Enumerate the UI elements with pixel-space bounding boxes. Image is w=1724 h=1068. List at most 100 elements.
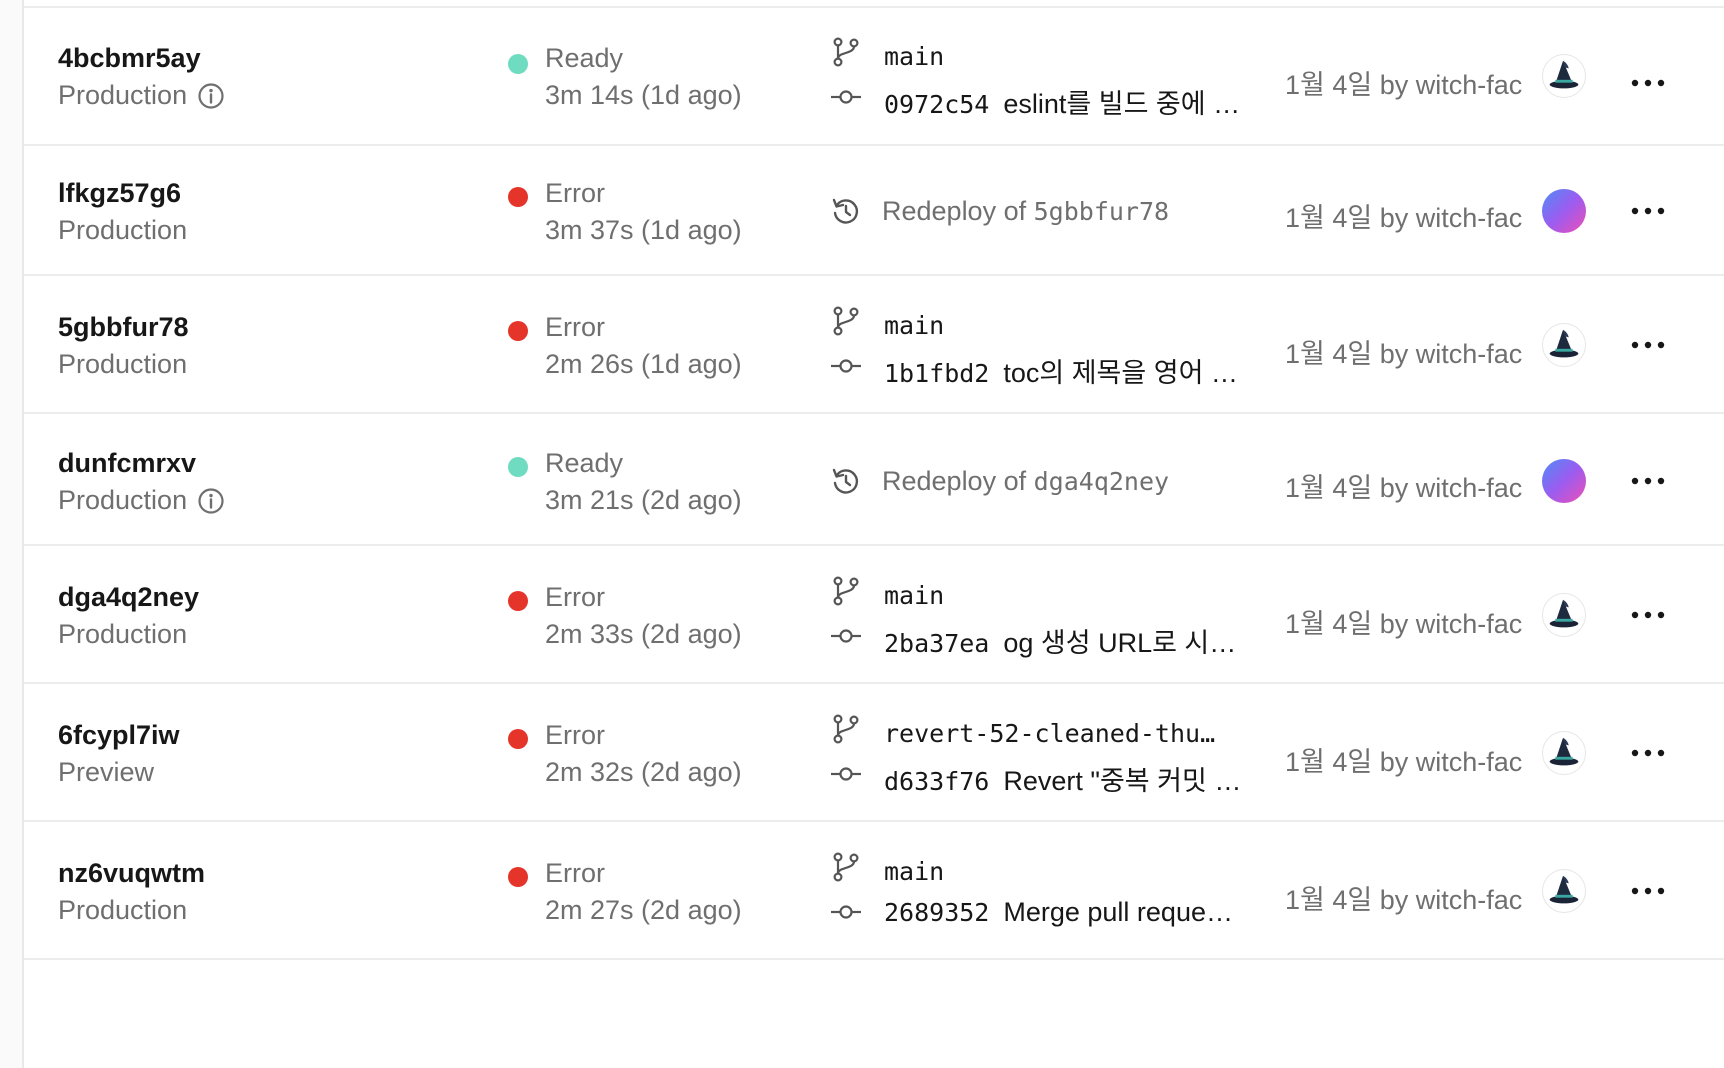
more-options-icon[interactable] — [1630, 610, 1666, 620]
deployment-date-author: 1월 4일 by witch-fac — [1285, 885, 1523, 915]
deployment-row[interactable]: dunfcmrxv Production Ready 3m 21s (2d ag… — [24, 414, 1724, 546]
more-options-icon[interactable] — [1630, 206, 1666, 216]
redeploy-info[interactable]: Redeploy of dga4q2ney — [882, 466, 1169, 497]
deployment-id[interactable]: dga4q2ney — [58, 582, 199, 613]
deployment-status: Error — [545, 178, 605, 208]
git-commit-icon — [831, 905, 861, 919]
commit-sha: 0972c54 — [884, 90, 990, 119]
commit-message: eslint를 빌드 중에 … — [1003, 89, 1241, 119]
git-branch-name[interactable]: revert-52-cleaned-thu… — [884, 719, 1215, 748]
deployments-page: 4bcbmr5ay Production Ready 3m 14s (1d ag… — [0, 0, 1724, 1068]
witch-hat-icon — [1549, 599, 1579, 628]
status-dot — [508, 457, 528, 477]
witch-hat-icon — [1549, 60, 1579, 89]
deployment-id[interactable]: lfkgz57g6 — [58, 178, 181, 209]
deployment-status: Error — [545, 858, 605, 888]
deployment-duration: 2m 33s (2d ago) — [545, 619, 742, 649]
deployment-row[interactable]: 4bcbmr5ay Production Ready 3m 14s (1d ag… — [24, 8, 1724, 146]
deployment-duration: 3m 37s (1d ago) — [545, 215, 742, 245]
deployment-row[interactable]: lfkgz57g6 Production Error 3m 37s (1d ag… — [24, 146, 1724, 276]
redeploy-info[interactable]: Redeploy of 5gbbfur78 — [882, 196, 1169, 227]
commit-info[interactable]: 2689352 Merge pull reque… — [884, 897, 1258, 928]
redeploy-prefix: Redeploy of — [882, 466, 1027, 496]
git-branch-name[interactable]: main — [884, 311, 944, 340]
commit-info[interactable]: 0972c54 eslint를 빌드 중에 … — [884, 82, 1258, 121]
deployment-row[interactable]: dga4q2ney Production Error 2m 33s (2d ag… — [24, 546, 1724, 684]
witch-hat-avatar[interactable] — [1542, 54, 1586, 98]
deployment-environment: Production — [58, 619, 187, 650]
deployment-date-author: 1월 4일 by witch-fac — [1285, 70, 1523, 100]
redeploy-source-id: dga4q2ney — [1033, 467, 1170, 496]
deployment-date-author: 1월 4일 by witch-fac — [1285, 747, 1523, 777]
environment-label: Preview — [58, 757, 155, 787]
git-branch-icon — [833, 576, 859, 606]
deployment-date-author: 1월 4일 by witch-fac — [1285, 609, 1523, 639]
deployment-environment: Production — [58, 895, 187, 926]
deployment-environment: Preview — [58, 757, 154, 788]
deployment-duration: 2m 32s (2d ago) — [545, 757, 742, 787]
commit-sha: 2ba37ea — [884, 629, 990, 658]
git-branch-icon — [833, 714, 859, 744]
deployment-environment: Production — [58, 349, 187, 380]
gradient-avatar[interactable] — [1542, 189, 1586, 233]
git-branch-icon — [833, 852, 859, 882]
commit-sha: 2689352 — [884, 898, 990, 927]
deployment-id[interactable]: dunfcmrxv — [58, 448, 196, 479]
witch-hat-icon — [1549, 737, 1579, 766]
deployment-duration: 2m 26s (1d ago) — [545, 349, 742, 379]
git-branch-name[interactable]: main — [884, 581, 944, 610]
more-options-icon[interactable] — [1630, 886, 1666, 896]
git-branch-icon — [833, 306, 859, 336]
deployment-environment: Production — [58, 485, 225, 516]
commit-message: toc의 제목을 영어 … — [1003, 358, 1238, 388]
commit-message: og 생성 URL로 시… — [1003, 628, 1237, 658]
deployment-status: Error — [545, 720, 605, 750]
witch-hat-avatar[interactable] — [1542, 869, 1586, 913]
info-icon[interactable] — [197, 82, 225, 110]
environment-label: Production — [58, 80, 188, 110]
redeploy-prefix: Redeploy of — [882, 196, 1027, 226]
witch-hat-avatar[interactable] — [1542, 323, 1586, 367]
witch-hat-avatar[interactable] — [1542, 593, 1586, 637]
deployment-row[interactable]: nz6vuqwtm Production Error 2m 27s (2d ag… — [24, 822, 1724, 960]
status-dot — [508, 729, 528, 749]
commit-message: Revert "중복 커밋 … — [1003, 766, 1242, 796]
deployment-id[interactable]: 5gbbfur78 — [58, 312, 189, 343]
git-branch-name[interactable]: main — [884, 857, 944, 886]
deployment-environment: Production — [58, 80, 225, 111]
environment-label: Production — [58, 895, 188, 925]
more-options-icon[interactable] — [1630, 340, 1666, 350]
deployment-duration: 2m 27s (2d ago) — [545, 895, 742, 925]
deployment-id[interactable]: 4bcbmr5ay — [58, 43, 201, 74]
deployment-date-author: 1월 4일 by witch-fac — [1285, 473, 1523, 503]
commit-info[interactable]: d633f76 Revert "중복 커밋 … — [884, 759, 1258, 798]
witch-hat-avatar[interactable] — [1542, 731, 1586, 775]
deployment-date-author: 1월 4일 by witch-fac — [1285, 203, 1523, 233]
more-options-icon[interactable] — [1630, 748, 1666, 758]
deployment-date-author: 1월 4일 by witch-fac — [1285, 339, 1523, 369]
deployment-id[interactable]: 6fcypl7iw — [58, 720, 180, 751]
deployment-duration: 3m 21s (2d ago) — [545, 485, 742, 515]
environment-label: Production — [58, 349, 188, 379]
git-branch-icon — [833, 37, 859, 67]
deployment-row[interactable]: 6fcypl7iw Preview Error 2m 32s (2d ago) … — [24, 684, 1724, 822]
commit-info[interactable]: 1b1fbd2 toc의 제목을 영어 … — [884, 351, 1258, 390]
git-commit-icon — [831, 767, 861, 781]
commit-sha: 1b1fbd2 — [884, 359, 990, 388]
deployments-list: 4bcbmr5ay Production Ready 3m 14s (1d ag… — [22, 0, 1724, 1068]
environment-label: Production — [58, 485, 188, 515]
more-options-icon[interactable] — [1630, 476, 1666, 486]
more-options-icon[interactable] — [1630, 78, 1666, 88]
deployment-status: Ready — [545, 448, 624, 478]
git-commit-icon — [831, 629, 861, 643]
deployment-row[interactable]: 5gbbfur78 Production Error 2m 26s (1d ag… — [24, 276, 1724, 414]
gradient-avatar[interactable] — [1542, 459, 1586, 503]
commit-sha: d633f76 — [884, 767, 990, 796]
git-branch-name[interactable]: main — [884, 42, 944, 71]
status-dot — [508, 54, 528, 74]
witch-hat-icon — [1549, 875, 1579, 904]
info-icon[interactable] — [197, 487, 225, 515]
deployment-status: Ready — [545, 43, 624, 73]
commit-info[interactable]: 2ba37ea og 생성 URL로 시… — [884, 621, 1258, 660]
deployment-id[interactable]: nz6vuqwtm — [58, 858, 205, 889]
